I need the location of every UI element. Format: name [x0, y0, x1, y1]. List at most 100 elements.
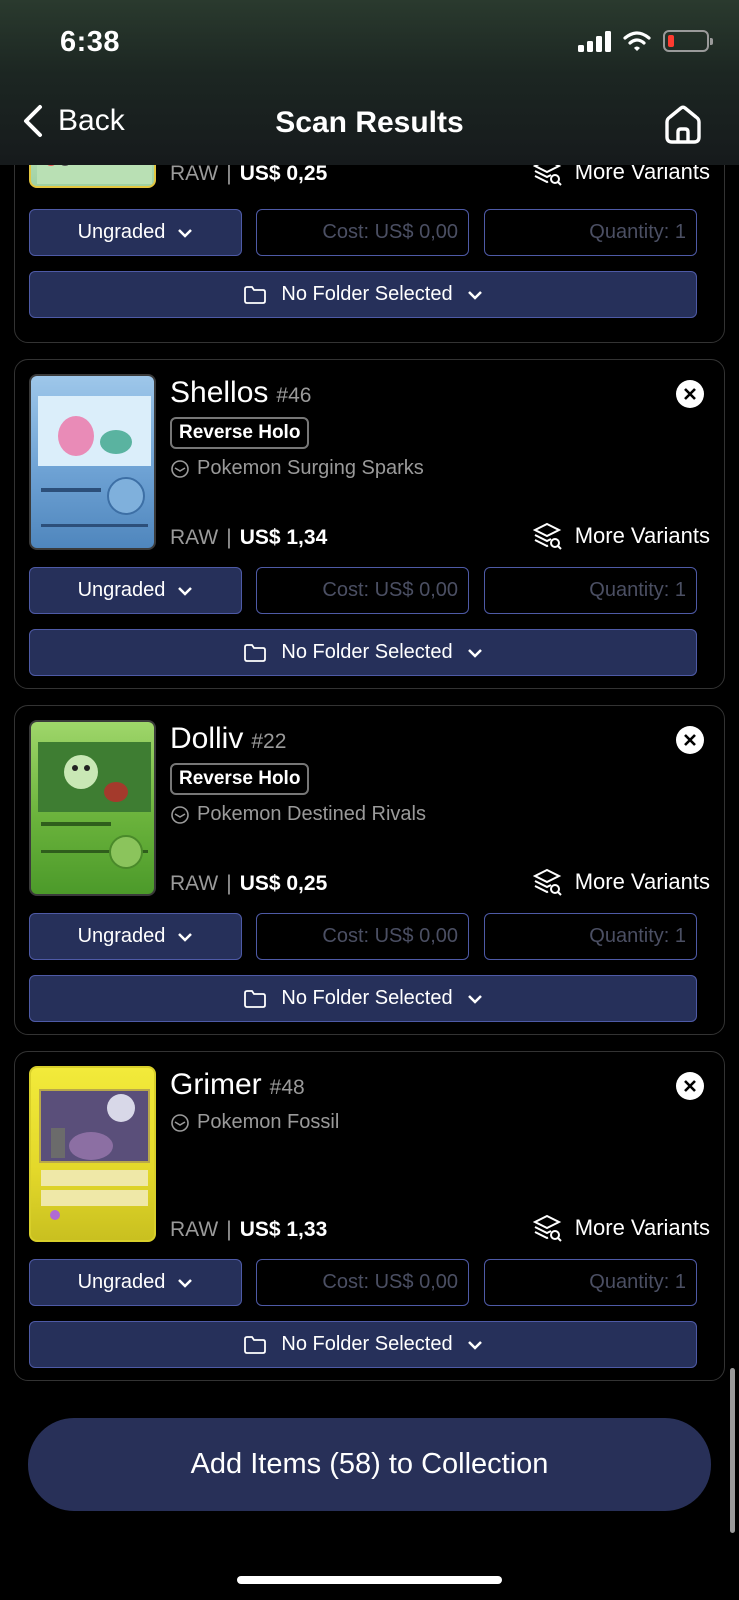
quantity-input[interactable]: Quantity: 1	[484, 1259, 697, 1306]
remove-card-button[interactable]	[676, 1072, 704, 1100]
quantity-placeholder: Quantity: 1	[589, 579, 686, 601]
grade-select[interactable]: Ungraded	[29, 913, 242, 960]
folder-icon	[244, 1335, 267, 1354]
grade-select[interactable]: Ungraded	[29, 567, 242, 614]
card-thumbnail	[29, 374, 156, 550]
status-icons	[578, 30, 713, 52]
top-bar: 6:38 Back Scan Results	[0, 0, 739, 165]
raw-label: RAW	[170, 1218, 219, 1241]
more-variants-label: More Variants	[574, 523, 710, 548]
chevron-down-icon	[467, 648, 482, 658]
card-name: Dolliv #22	[170, 722, 286, 756]
chevron-down-icon	[178, 932, 193, 942]
wifi-icon	[623, 31, 651, 51]
cost-placeholder: Cost: US$ 0,00	[322, 1271, 458, 1293]
price-row: RAW | US$ 1,33	[170, 1218, 327, 1242]
scan-results-list[interactable]: RAW | US$ 0,25 More Variants Ungraded Co…	[0, 0, 739, 1600]
cost-input[interactable]: Cost: US$ 0,00	[256, 1259, 469, 1306]
price-row: RAW | US$ 1,34	[170, 526, 327, 550]
more-variants-label: More Variants	[574, 1215, 710, 1240]
folder-icon	[244, 989, 267, 1008]
set-name: Pokemon Surging Sparks	[197, 457, 424, 479]
close-icon	[684, 388, 696, 400]
chevron-down-icon	[178, 1278, 193, 1288]
folder-label: No Folder Selected	[281, 641, 453, 663]
raw-label: RAW	[170, 872, 219, 895]
price-row: RAW | US$ 0,25	[170, 162, 327, 186]
layers-search-icon	[532, 522, 562, 550]
card-thumbnail	[29, 1066, 156, 1242]
folder-select[interactable]: No Folder Selected	[29, 271, 697, 318]
remove-card-button[interactable]	[676, 726, 704, 754]
more-variants-button[interactable]: More Variants	[532, 867, 710, 897]
price-separator: |	[226, 162, 232, 185]
cost-placeholder: Cost: US$ 0,00	[322, 221, 458, 243]
quantity-input[interactable]: Quantity: 1	[484, 209, 697, 256]
quantity-placeholder: Quantity: 1	[589, 925, 686, 947]
card-name: Shellos #46	[170, 376, 311, 410]
card-art-icon	[38, 396, 151, 527]
grade-label: Ungraded	[77, 221, 166, 243]
card-number: #46	[276, 384, 312, 407]
scan-result-card: Grimer #48 Pokemon Fossil RAW | US$ 1,33 …	[14, 1051, 725, 1381]
raw-label: RAW	[170, 526, 219, 549]
price-value: US$ 0,25	[239, 872, 328, 895]
close-icon	[684, 734, 696, 746]
set-symbol-icon	[171, 459, 189, 478]
home-icon	[665, 105, 701, 144]
card-art-icon	[39, 1089, 150, 1220]
card-name-text: Shellos	[170, 376, 269, 409]
folder-select[interactable]: No Folder Selected	[29, 975, 697, 1022]
chevron-down-icon	[178, 228, 193, 238]
close-icon	[684, 1080, 696, 1092]
chevron-down-icon	[467, 1340, 482, 1350]
set-name: Pokemon Fossil	[197, 1111, 340, 1133]
folder-select[interactable]: No Folder Selected	[29, 629, 697, 676]
card-name-text: Grimer	[170, 1068, 262, 1101]
price-value: US$ 1,34	[239, 526, 328, 549]
chevron-down-icon	[178, 586, 193, 596]
cost-placeholder: Cost: US$ 0,00	[322, 579, 458, 601]
home-button[interactable]	[661, 102, 705, 151]
raw-label: RAW	[170, 162, 219, 185]
cost-input[interactable]: Cost: US$ 0,00	[256, 209, 469, 256]
set-row: Pokemon Surging Sparks	[170, 457, 424, 480]
set-symbol-icon	[171, 805, 189, 824]
scan-result-card: Shellos #46 Reverse Holo Pokemon Surging …	[14, 359, 725, 689]
cost-input[interactable]: Cost: US$ 0,00	[256, 913, 469, 960]
card-number: #22	[251, 730, 287, 753]
folder-label: No Folder Selected	[281, 283, 453, 305]
set-row: Pokemon Destined Rivals	[170, 803, 426, 826]
layers-search-icon	[532, 868, 562, 896]
scrollbar[interactable]	[730, 1368, 735, 1533]
more-variants-button[interactable]: More Variants	[532, 1213, 710, 1243]
cost-input[interactable]: Cost: US$ 0,00	[256, 567, 469, 614]
more-variants-label: More Variants	[574, 869, 710, 894]
quantity-placeholder: Quantity: 1	[589, 221, 686, 243]
card-name: Grimer #48	[170, 1068, 305, 1102]
folder-select[interactable]: No Folder Selected	[29, 1321, 697, 1368]
remove-card-button[interactable]	[676, 380, 704, 408]
folder-label: No Folder Selected	[281, 987, 453, 1009]
card-art-icon	[38, 742, 151, 869]
quantity-placeholder: Quantity: 1	[589, 1271, 686, 1293]
grade-label: Ungraded	[77, 1271, 166, 1293]
folder-icon	[244, 285, 267, 304]
cost-placeholder: Cost: US$ 0,00	[322, 925, 458, 947]
card-name-text: Dolliv	[170, 722, 244, 755]
home-indicator	[237, 1576, 502, 1584]
set-name: Pokemon Destined Rivals	[197, 803, 426, 825]
quantity-input[interactable]: Quantity: 1	[484, 567, 697, 614]
more-variants-button[interactable]: More Variants	[532, 521, 710, 551]
quantity-input[interactable]: Quantity: 1	[484, 913, 697, 960]
scan-result-card: Dolliv #22 Reverse Holo Pokemon Destined …	[14, 705, 725, 1035]
grade-label: Ungraded	[77, 579, 166, 601]
chevron-down-icon	[467, 290, 482, 300]
grade-select[interactable]: Ungraded	[29, 209, 242, 256]
grade-select[interactable]: Ungraded	[29, 1259, 242, 1306]
grade-label: Ungraded	[77, 925, 166, 947]
price-separator: |	[226, 1218, 232, 1241]
add-to-collection-button[interactable]: Add Items (58) to Collection	[28, 1418, 711, 1511]
page-title: Scan Results	[275, 106, 464, 139]
layers-search-icon	[532, 1214, 562, 1242]
